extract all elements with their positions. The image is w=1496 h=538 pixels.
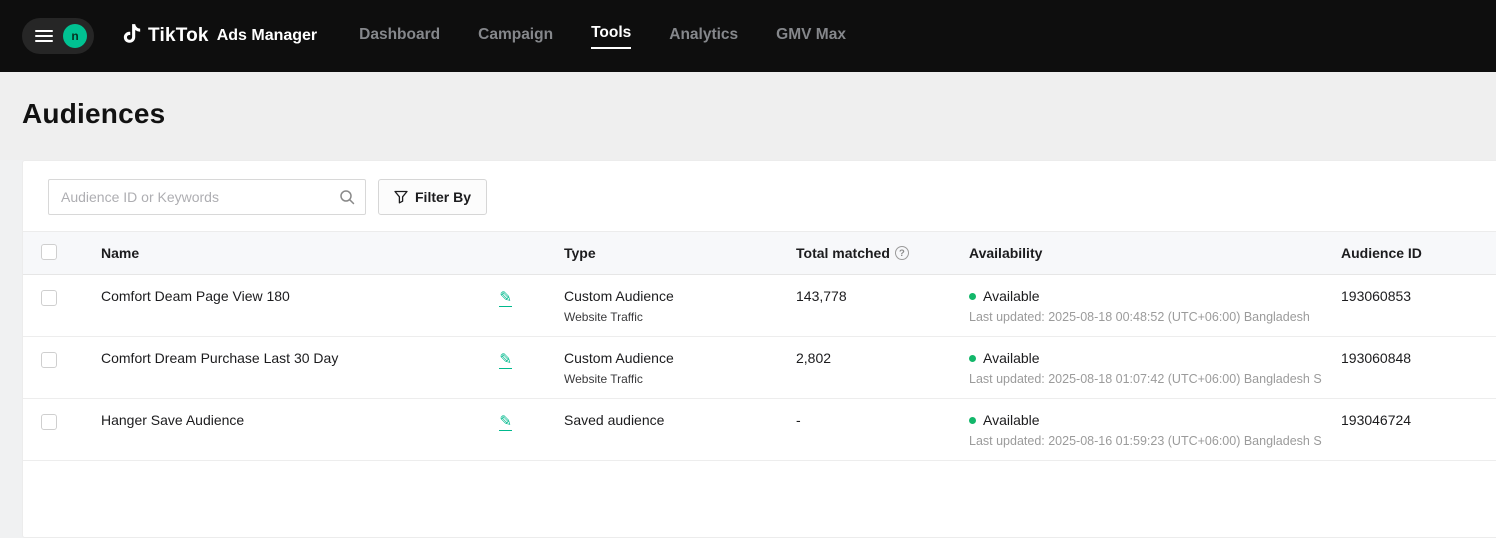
column-total-matched: Total matched: [796, 245, 969, 261]
menu-pill[interactable]: n: [22, 18, 94, 54]
page-header: Audiences: [0, 72, 1496, 160]
last-updated: Last updated: 2025-08-18 00:48:52 (UTC+0…: [969, 310, 1329, 324]
avatar[interactable]: n: [63, 24, 87, 48]
status-dot: [969, 355, 976, 362]
audience-type: Custom Audience: [564, 288, 796, 304]
total-matched-value: 143,778: [796, 288, 969, 304]
audience-type: Custom Audience: [564, 350, 796, 366]
audience-id: 193046724: [1341, 412, 1496, 428]
top-nav-bar: n TikTok Ads Manager Dashboard Campaign …: [0, 0, 1496, 72]
audience-id: 193060848: [1341, 350, 1496, 366]
availability-status: Available: [983, 288, 1040, 304]
audience-row: Comfort Dream Purchase Last 30 Day Custo…: [23, 337, 1496, 399]
nav-gmv-max[interactable]: GMV Max: [776, 26, 846, 46]
brand-name: TikTok: [148, 25, 209, 47]
search-input[interactable]: [61, 189, 339, 205]
edit-icon[interactable]: [499, 291, 512, 307]
last-updated: Last updated: 2025-08-16 01:59:23 (UTC+0…: [969, 434, 1329, 448]
brand-suffix: Ads Manager: [217, 27, 317, 45]
total-matched-value: 2,802: [796, 350, 969, 366]
audiences-card: Filter By Name Type Total matched Availa…: [22, 160, 1496, 538]
audience-id: 193060853: [1341, 288, 1496, 304]
brand-logo: TikTok Ads Manager: [120, 23, 317, 49]
audience-name[interactable]: Comfort Dream Purchase Last 30 Day: [101, 350, 338, 366]
table-header-row: Name Type Total matched Availability Aud…: [23, 231, 1496, 275]
edit-icon[interactable]: [499, 353, 512, 369]
edit-icon[interactable]: [499, 415, 512, 431]
page-title: Audiences: [22, 98, 1496, 130]
audience-type: Saved audience: [564, 412, 796, 428]
filter-funnel-icon: [394, 190, 408, 204]
nav-dashboard[interactable]: Dashboard: [359, 26, 440, 46]
column-name: Name: [101, 245, 564, 261]
nav-tools[interactable]: Tools: [591, 24, 631, 49]
toolbar: Filter By: [23, 161, 1496, 231]
audience-row: Hanger Save Audience Saved audience - Av…: [23, 399, 1496, 461]
help-icon[interactable]: [895, 246, 909, 260]
audience-name[interactable]: Hanger Save Audience: [101, 412, 244, 428]
row-checkbox[interactable]: [41, 414, 57, 430]
search-box[interactable]: [48, 179, 366, 215]
status-dot: [969, 417, 976, 424]
filter-by-button[interactable]: Filter By: [378, 179, 487, 215]
last-updated: Last updated: 2025-08-18 01:07:42 (UTC+0…: [969, 372, 1329, 386]
availability-status: Available: [983, 412, 1040, 428]
audience-name[interactable]: Comfort Deam Page View 180: [101, 288, 290, 304]
search-icon[interactable]: [339, 189, 355, 205]
audience-row: Comfort Deam Page View 180 Custom Audien…: [23, 275, 1496, 337]
top-navigation: Dashboard Campaign Tools Analytics GMV M…: [359, 24, 846, 49]
column-total-matched-label: Total matched: [796, 245, 890, 261]
audience-type-sub: Website Traffic: [564, 372, 796, 386]
column-availability: Availability: [969, 245, 1341, 261]
column-type: Type: [564, 245, 796, 261]
row-checkbox[interactable]: [41, 290, 57, 306]
status-dot: [969, 293, 976, 300]
filter-by-label: Filter By: [415, 189, 471, 205]
total-matched-value: -: [796, 412, 969, 428]
nav-campaign[interactable]: Campaign: [478, 26, 553, 46]
hamburger-menu-icon[interactable]: [35, 30, 53, 42]
select-all-checkbox[interactable]: [41, 244, 57, 260]
row-checkbox[interactable]: [41, 352, 57, 368]
column-audience-id: Audience ID: [1341, 245, 1496, 261]
availability-status: Available: [983, 350, 1040, 366]
tiktok-logo-icon: [120, 23, 142, 49]
audience-type-sub: Website Traffic: [564, 310, 796, 324]
nav-analytics[interactable]: Analytics: [669, 26, 738, 46]
